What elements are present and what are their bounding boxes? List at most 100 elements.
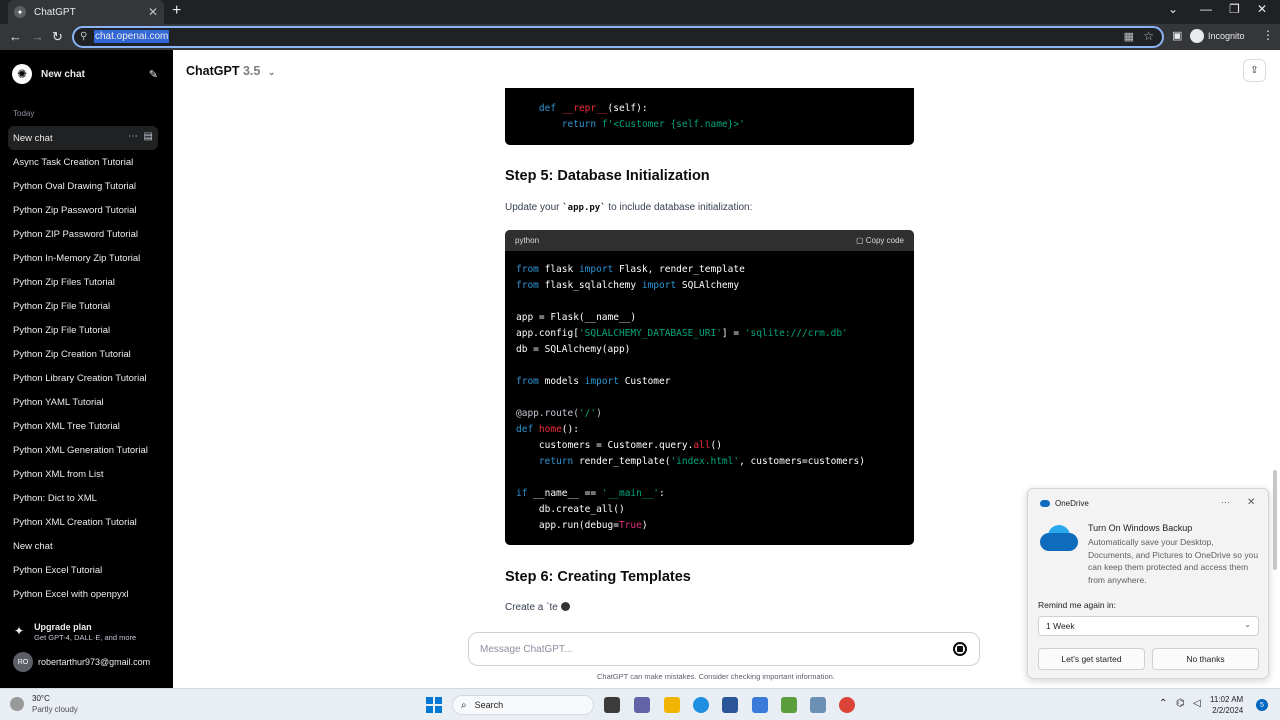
openai-logo-icon: ✺: [12, 64, 32, 84]
new-chat-button[interactable]: ✺ New chat ✎: [8, 62, 158, 86]
edge-icon[interactable]: [693, 697, 709, 713]
tab-close-icon[interactable]: ✕: [148, 5, 158, 19]
temperature: 30°C: [32, 694, 50, 703]
app-icon[interactable]: [810, 697, 826, 713]
restore-icon[interactable]: ❐: [1229, 2, 1240, 16]
sparkle-icon: ✦: [14, 624, 25, 638]
browser-tab[interactable]: ✦ ChatGPT ✕: [8, 0, 164, 24]
qr-code-icon[interactable]: ▦: [1124, 30, 1134, 43]
file-explorer-icon[interactable]: [664, 697, 680, 713]
address-bar[interactable]: ⚲ chat.openai.com ▦ ☆: [72, 26, 1164, 48]
upgrade-plan-button[interactable]: ✦ Upgrade plan Get GPT-4, DALL·E, and mo…: [14, 622, 136, 642]
remind-select[interactable]: 1 Week ⌄: [1038, 616, 1259, 636]
chat-history-item[interactable]: Python XML Generation Tutorial: [8, 438, 158, 462]
message-placeholder: Message ChatGPT...: [480, 644, 573, 655]
chrome-icon[interactable]: [839, 697, 855, 713]
code-line: def __repr__(self):: [538, 103, 648, 114]
chat-history-item[interactable]: New chat: [8, 534, 158, 558]
toast-title: Turn On Windows Backup: [1088, 523, 1193, 533]
code-language: python: [515, 236, 540, 245]
minimize-icon[interactable]: —: [1200, 2, 1212, 16]
code-line: def home():: [516, 424, 579, 435]
chat-history-item[interactable]: Python Zip File Tutorial: [8, 318, 158, 342]
weather-widget[interactable]: 30°C Partly cloudy: [10, 694, 78, 714]
windows-start-icon[interactable]: [426, 697, 442, 713]
share-icon[interactable]: ⇪: [1243, 59, 1266, 82]
search-icon: ⌕: [461, 699, 467, 711]
chat-history-item[interactable]: Python In-Memory Zip Tutorial: [8, 246, 158, 270]
reload-icon[interactable]: ↻: [52, 29, 63, 45]
back-icon[interactable]: ←: [9, 29, 22, 44]
tab-search-icon[interactable]: ⌄: [1168, 2, 1178, 16]
network-icon[interactable]: ⌬: [1176, 698, 1185, 709]
side-panel-icon[interactable]: ▣: [1172, 29, 1182, 42]
incognito-label: Incognito: [1208, 31, 1245, 41]
chat-title: Python Excel Tutorial: [13, 564, 103, 576]
chat-history-item[interactable]: Python XML Tree Tutorial: [8, 414, 158, 438]
system-clock[interactable]: 11:02 AM 2/2/2024: [1210, 694, 1243, 716]
chat-history-item[interactable]: Python Excel with openpyxl: [8, 582, 158, 606]
get-started-button[interactable]: Let's get started: [1038, 648, 1145, 670]
window-close-icon[interactable]: ✕: [1257, 2, 1267, 16]
copy-code-button[interactable]: ▢ Copy code: [856, 236, 904, 245]
chat-history-item[interactable]: Python XML Creation Tutorial: [8, 510, 158, 534]
chat-options-icon[interactable]: ⋯ ▤: [128, 131, 153, 142]
incognito-icon: [1190, 29, 1204, 43]
code-line: @app.route('/'): [516, 408, 602, 419]
chat-history-item[interactable]: Python Zip Password Tutorial: [8, 198, 158, 222]
new-tab-button[interactable]: +: [172, 2, 181, 20]
model-name: ChatGPT: [186, 64, 240, 78]
chat-history-item[interactable]: Python ZIP Password Tutorial: [8, 222, 158, 246]
vscode-icon[interactable]: [752, 697, 768, 713]
chat-history-item[interactable]: Python YAML Tutorial: [8, 390, 158, 414]
chat-history-item[interactable]: Python: Dict to XML: [8, 486, 158, 510]
code-block: python ▢ Copy code from flask import Fla…: [505, 230, 914, 545]
bookmark-star-icon[interactable]: ☆: [1143, 29, 1154, 43]
model-selector[interactable]: ChatGPT 3.5 ⌄: [186, 64, 275, 78]
upgrade-title: Upgrade plan: [34, 622, 92, 632]
edit-icon[interactable]: ✎: [149, 68, 158, 81]
notepad-icon[interactable]: [781, 697, 797, 713]
no-thanks-button[interactable]: No thanks: [1152, 648, 1259, 670]
chat-history-item[interactable]: New chat ⋯ ▤: [8, 126, 158, 150]
scrollbar[interactable]: [1273, 470, 1277, 570]
step6-paragraph: Create a `te: [505, 602, 570, 613]
site-info-icon[interactable]: ⚲: [80, 31, 87, 42]
code-line: db = SQLAlchemy(app): [516, 344, 631, 355]
chat-title: New chat: [13, 540, 53, 552]
code-block: def __repr__(self): return f'<Customer {…: [505, 88, 914, 145]
code-line: app = Flask(__name__): [516, 312, 637, 323]
chat-history-item[interactable]: Python Zip Files Tutorial: [8, 270, 158, 294]
chat-history-item[interactable]: Python Oval Drawing Tutorial: [8, 174, 158, 198]
close-icon[interactable]: ✕: [1247, 497, 1255, 508]
chat-history-item[interactable]: Python Library Creation Tutorial: [8, 366, 158, 390]
notification-badge[interactable]: 5: [1256, 699, 1268, 711]
chat-history-item[interactable]: Python Zip Creation Tutorial: [8, 342, 158, 366]
remind-label: Remind me again in:: [1038, 600, 1116, 610]
url-text[interactable]: chat.openai.com: [94, 30, 170, 43]
chat-title: Python XML Creation Tutorial: [13, 516, 137, 528]
browser-toolbar: ← → ↻ ⚲ chat.openai.com ▦ ☆ ▣ Incognito …: [0, 24, 1280, 50]
chat-history-item[interactable]: Python Zip File Tutorial: [8, 294, 158, 318]
chat-history-item[interactable]: Async Task Creation Tutorial: [8, 150, 158, 174]
teams-chat-icon[interactable]: [634, 697, 650, 713]
incognito-profile[interactable]: Incognito: [1190, 29, 1245, 43]
chat-history-item[interactable]: Python XML from List: [8, 462, 158, 486]
browser-menu-icon[interactable]: ⋮: [1262, 28, 1274, 42]
stop-generating-icon[interactable]: [953, 642, 967, 656]
chat-history-item[interactable]: Python Excel Tutorial: [8, 558, 158, 582]
taskbar-search[interactable]: ⌕ Search: [452, 695, 594, 715]
store-icon[interactable]: [722, 697, 738, 713]
task-view-icon[interactable]: [604, 697, 620, 713]
code-line: app.config['SQLALCHEMY_DATABASE_URI'] = …: [516, 328, 848, 339]
tray-overflow-icon[interactable]: ⌃: [1159, 698, 1167, 709]
weather-condition: Partly cloudy: [32, 705, 78, 714]
onedrive-small-icon: [1040, 500, 1050, 507]
user-menu[interactable]: RO robertarthur973@gmail.com: [13, 652, 150, 672]
forward-icon[interactable]: →: [31, 29, 44, 44]
message-input[interactable]: Message ChatGPT...: [468, 632, 980, 666]
streaming-cursor: [560, 602, 570, 611]
volume-icon[interactable]: ◁: [1193, 698, 1201, 709]
more-options-icon[interactable]: ···: [1221, 497, 1230, 507]
onedrive-notification: OneDrive ··· ✕ Turn On Windows Backup Au…: [1027, 488, 1269, 679]
